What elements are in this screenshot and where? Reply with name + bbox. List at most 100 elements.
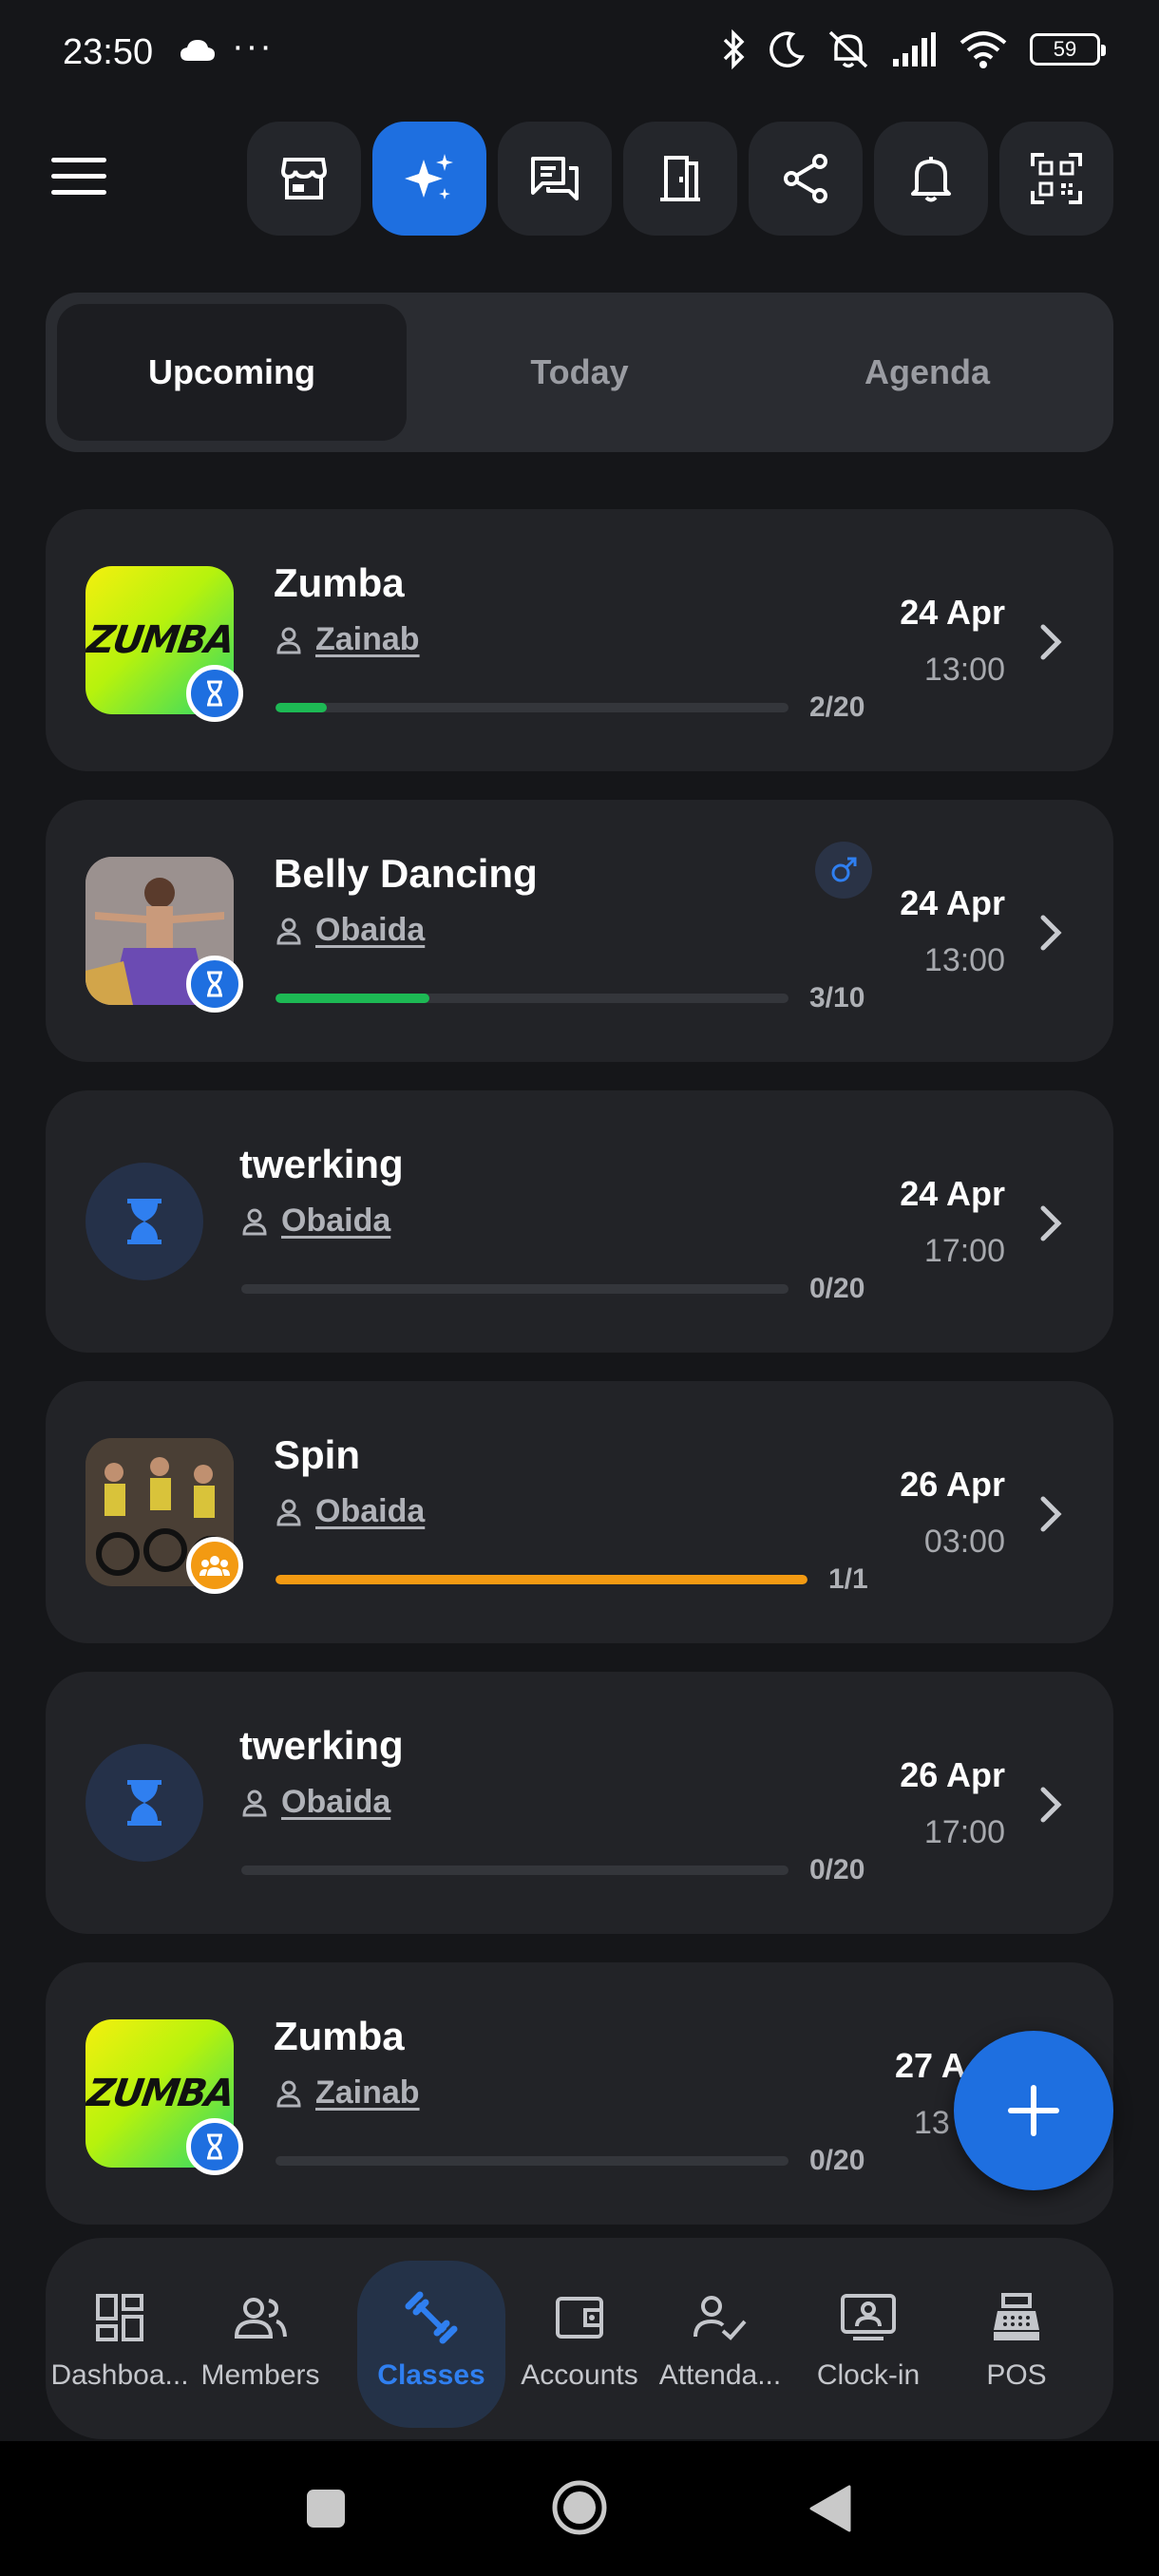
capacity-count: 0/20 (809, 2145, 865, 2176)
trainer-link[interactable]: Obaida (276, 912, 425, 949)
trainer-name: Obaida (315, 1493, 426, 1529)
class-card[interactable]: twerking Obaida 0/20 24 Apr 17:00 (46, 1090, 1113, 1353)
person-icon (276, 1499, 301, 1525)
share-icon (784, 154, 827, 203)
hourglass-badge-icon (186, 665, 243, 722)
tab-agenda[interactable]: Agenda (752, 304, 1102, 441)
capacity-bar (276, 2156, 788, 2166)
store-icon (280, 158, 328, 199)
battery-icon: 59 (1030, 33, 1106, 66)
person-icon (242, 1790, 267, 1816)
store-button[interactable] (247, 122, 361, 236)
class-date: 26 Apr (900, 1755, 1005, 1794)
chat-icon (531, 157, 579, 200)
person-check-icon (694, 2296, 747, 2340)
qr-scan-button[interactable] (999, 122, 1113, 236)
nav-classes[interactable]: Classes (357, 2261, 505, 2428)
male-gender-icon (815, 842, 872, 899)
qr-code-icon (1031, 153, 1082, 204)
notifications-button[interactable] (874, 122, 988, 236)
class-time: 17:00 (923, 1233, 1005, 1269)
nav-pos[interactable]: POS (942, 2261, 1091, 2428)
chevron-right-icon (1040, 1205, 1062, 1241)
share-button[interactable] (749, 122, 863, 236)
hourglass-badge-icon (186, 2118, 243, 2175)
capacity-count: 0/20 (809, 1854, 865, 1885)
menu-icon[interactable] (51, 158, 106, 199)
more-notifications-icon: ··· (232, 27, 274, 66)
hourglass-badge-icon (186, 956, 243, 1013)
class-card[interactable]: Belly Dancing Obaida 3/10 24 Apr 13:00 (46, 800, 1113, 1062)
class-title: twerking (239, 1142, 404, 1186)
trainer-link[interactable]: Obaida (241, 1784, 390, 1821)
class-time: 03:00 (923, 1524, 1005, 1560)
tab-today[interactable]: Today (405, 304, 754, 441)
wifi-icon (960, 31, 1007, 68)
status-icons: 59 (722, 28, 1106, 70)
plus-icon (1008, 2085, 1059, 2136)
person-icon (276, 918, 301, 944)
class-title: Zumba (274, 2014, 405, 2058)
messages-button[interactable] (498, 122, 612, 236)
class-title: twerking (239, 1723, 404, 1768)
nav-accounts[interactable]: Accounts (505, 2261, 654, 2428)
class-time: 17:00 (923, 1814, 1005, 1850)
door-button[interactable] (623, 122, 737, 236)
home-button[interactable] (551, 2479, 608, 2536)
capacity-count: 1/1 (828, 1563, 868, 1595)
class-date: 26 Apr (900, 1465, 1005, 1504)
nav-label: Clock-in (816, 2359, 921, 2391)
nav-clock-in[interactable]: Clock-in (794, 2261, 942, 2428)
trainer-link[interactable]: Obaida (276, 1493, 425, 1530)
class-card[interactable]: ZUMBA Zumba Zainab 0/20 27 A 13 (46, 1962, 1113, 2225)
capacity-bar (241, 1866, 788, 1875)
capacity-bar (241, 1284, 788, 1294)
class-time: 13:00 (923, 942, 1005, 978)
chevron-right-icon (1040, 624, 1062, 660)
capacity-count: 3/10 (809, 982, 865, 1013)
trainer-name: Obaida (281, 1203, 391, 1239)
door-icon (660, 156, 700, 201)
person-icon (276, 2080, 301, 2107)
trainer-link[interactable]: Obaida (241, 1203, 390, 1240)
add-class-button[interactable] (954, 2031, 1113, 2190)
nav-attendance[interactable]: Attenda... (646, 2261, 794, 2428)
dashboard-icon (96, 2294, 143, 2341)
nav-members[interactable]: Members (186, 2261, 334, 2428)
class-date: 24 Apr (900, 593, 1005, 632)
nav-label: Dashboa... (50, 2359, 189, 2391)
ai-assistant-button[interactable] (372, 122, 486, 236)
trainer-link[interactable]: Zainab (276, 2074, 420, 2112)
sparkles-icon (405, 154, 453, 199)
cash-register-icon (994, 2293, 1039, 2340)
nav-dashboard[interactable]: Dashboa... (46, 2261, 194, 2428)
class-time: 13:00 (923, 652, 1005, 688)
class-date: 24 Apr (900, 883, 1005, 922)
trainer-name: Zainab (315, 621, 420, 657)
chevron-right-icon (1040, 1496, 1062, 1532)
bell-icon (911, 157, 951, 202)
person-icon (242, 1208, 267, 1235)
class-card[interactable]: ZUMBA Zumba Zainab 2/20 24 Apr 13:00 (46, 509, 1113, 771)
capacity-count: 2/20 (809, 691, 865, 723)
bell-off-icon (828, 30, 868, 68)
capacity-count: 0/20 (809, 1273, 865, 1304)
zumba-logo: ZUMBA (86, 618, 234, 662)
recents-button[interactable] (306, 2489, 346, 2529)
signal-icon (893, 32, 936, 66)
trainer-link[interactable]: Zainab (276, 621, 420, 658)
class-time: 13 (914, 2105, 950, 2141)
class-title: Belly Dancing (274, 851, 538, 896)
nav-label: Accounts (521, 2359, 638, 2391)
back-button[interactable] (808, 2485, 851, 2532)
class-title: Spin (274, 1432, 360, 1477)
person-icon (276, 627, 301, 653)
capacity-bar (276, 994, 788, 1003)
status-bar: 23:50 ··· 59 (0, 0, 1159, 106)
tab-upcoming[interactable]: Upcoming (57, 304, 407, 441)
class-card[interactable]: Spin Obaida 1/1 26 Apr 03:00 (46, 1381, 1113, 1643)
members-icon (234, 2298, 287, 2339)
nav-label: POS (986, 2359, 1047, 2391)
cloud-icon (180, 40, 215, 61)
class-card[interactable]: twerking Obaida 0/20 26 Apr 17:00 (46, 1672, 1113, 1934)
